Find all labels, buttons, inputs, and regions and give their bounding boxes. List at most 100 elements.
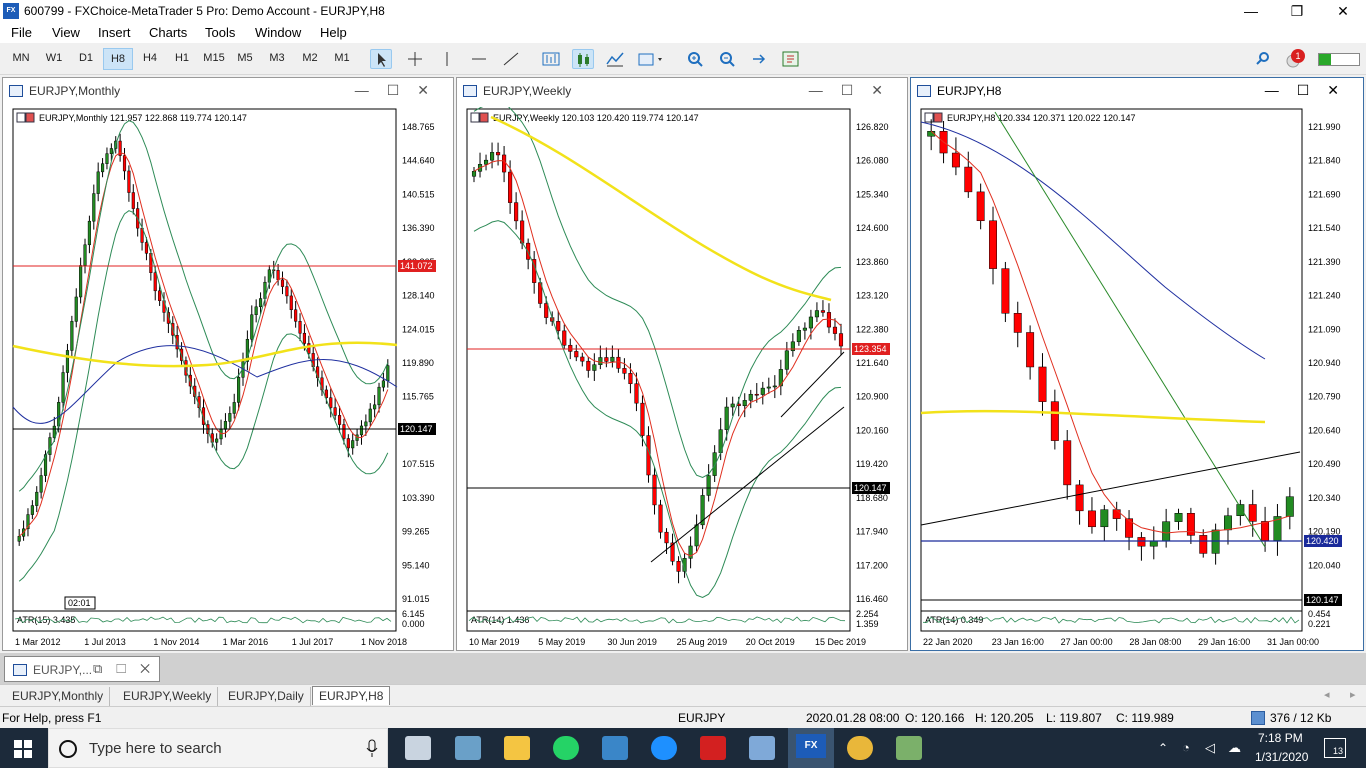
candle — [838, 333, 844, 347]
y-tick-label: 136.390 — [402, 223, 435, 233]
action-center-icon[interactable]: 13 — [1324, 738, 1346, 758]
timeframe-h1[interactable]: H1 — [167, 52, 197, 64]
search-icon[interactable] — [1252, 49, 1274, 69]
weekly-chart[interactable]: EURJPY,Weekly 120.103 120.420 119.774 12… — [461, 107, 905, 647]
tab-eurjpy-weekly[interactable]: EURJPY,Weekly — [117, 687, 219, 706]
taskbar-media-app-icon[interactable] — [700, 736, 726, 760]
candle — [215, 438, 219, 443]
onedrive-icon[interactable]: ☁ — [1228, 740, 1241, 756]
status-datetime: 2020.01.28 08:00 — [806, 711, 900, 725]
menu-tools[interactable]: Tools — [205, 25, 235, 40]
candle — [1001, 268, 1010, 314]
candle — [652, 474, 657, 506]
price-label: 120.147 — [400, 424, 433, 434]
timeframe-m2[interactable]: M2 — [295, 52, 325, 64]
candle — [1013, 313, 1022, 333]
chart-window-weekly[interactable]: EURJPY,Weekly —☐✕ EURJPY,Weekly 120.103 … — [456, 77, 908, 651]
y-tick-label: 121.990 — [1308, 122, 1341, 132]
timeframe-w1[interactable]: W1 — [39, 52, 69, 64]
candle — [131, 192, 135, 209]
chart-window-monthly[interactable]: EURJPY,Monthly —☐✕ EURJPY,Monthly 121.95… — [2, 77, 454, 651]
h8-chart[interactable]: EURJPY,H8 120.334 120.371 120.022 120.14… — [915, 107, 1361, 647]
taskbar-app-icon-2[interactable] — [896, 736, 922, 760]
tab-eurjpy-daily[interactable]: EURJPY,Daily — [222, 687, 311, 706]
chart-window-h8[interactable]: EURJPY,H8 —☐✕ EURJPY,H8 120.334 120.371 … — [910, 77, 1364, 651]
candle — [83, 244, 87, 266]
taskbar-internet-explorer-icon[interactable] — [651, 736, 677, 760]
zoom-out-icon[interactable] — [716, 49, 738, 69]
taskbar-app-paint-icon[interactable] — [455, 736, 481, 760]
menu-view[interactable]: View — [52, 25, 80, 40]
vertical-line-icon[interactable] — [436, 49, 458, 69]
chart-window-controls[interactable]: —☐✕ — [809, 82, 901, 99]
taskbar-file-explorer-icon[interactable] — [504, 736, 530, 760]
candle — [562, 330, 567, 346]
maximize-button[interactable]: ❐ — [1274, 0, 1320, 23]
candle — [276, 270, 280, 281]
volume-icon[interactable]: ◁ — [1205, 740, 1215, 756]
taskbar-whatsapp-icon[interactable] — [553, 736, 579, 760]
timeframe-m15[interactable]: M15 — [199, 52, 229, 64]
taskbar-date[interactable]: 1/31/2020 — [1255, 750, 1308, 764]
indicator-tick-label: 0.000 — [402, 619, 425, 629]
menu-insert[interactable]: Insert — [98, 25, 131, 40]
minimized-window-controls[interactable]: ⧉☐✕ — [93, 661, 164, 677]
candle — [1038, 366, 1047, 402]
horizontal-line-icon[interactable] — [468, 49, 490, 69]
taskbar-chrome-icon[interactable] — [847, 736, 873, 760]
timeframe-m3[interactable]: M3 — [262, 52, 292, 64]
taskbar-metatrader-icon[interactable] — [749, 736, 775, 760]
candle — [39, 475, 43, 493]
bar-chart-icon[interactable] — [540, 49, 562, 69]
crosshair-icon[interactable] — [404, 49, 426, 69]
tab-eurjpy-h8[interactable]: EURJPY,H8 — [312, 686, 391, 705]
microphone-icon[interactable] — [365, 739, 379, 759]
y-tick-label: 119.420 — [856, 459, 888, 469]
timeframe-d1[interactable]: D1 — [71, 52, 101, 64]
tray-chevron-icon[interactable]: ⌃ — [1158, 741, 1168, 755]
timeframe-mn[interactable]: MN — [6, 52, 36, 64]
minimized-chart-window[interactable]: EURJPY,... ⧉☐✕ — [4, 656, 160, 682]
zoom-in-icon[interactable] — [684, 49, 706, 69]
windows-start-icon[interactable] — [14, 740, 32, 758]
line-chart-icon[interactable] — [604, 49, 626, 69]
y-tick-label: 120.160 — [856, 425, 889, 435]
taskbar-fxchoice-active[interactable]: FX — [788, 728, 834, 768]
timeframe-h8[interactable]: H8 — [103, 48, 133, 70]
monthly-chart[interactable]: EURJPY,Monthly 121.957 122.868 119.774 1… — [7, 107, 451, 647]
candle — [760, 387, 765, 395]
timeframe-h4[interactable]: H4 — [135, 52, 165, 64]
menu-file[interactable]: File — [11, 25, 32, 40]
taskbar-app-icon[interactable] — [602, 736, 628, 760]
tab-scroll-right-icon[interactable]: ▸ — [1350, 688, 1356, 701]
taskbar-time[interactable]: 7:18 PM — [1258, 731, 1303, 745]
chart-window-controls[interactable]: —☐✕ — [355, 82, 447, 99]
cursor-icon[interactable] — [370, 49, 392, 69]
chart-window-controls[interactable]: —☐✕ — [1265, 82, 1357, 99]
header-grid-icon — [470, 112, 480, 123]
notification-icon[interactable]: 1 — [1283, 49, 1307, 69]
timeframe-m5[interactable]: M5 — [230, 52, 260, 64]
trendline-icon[interactable] — [500, 49, 522, 69]
timeframe-m1[interactable]: M1 — [327, 52, 357, 64]
candlestick-chart-icon[interactable] — [572, 49, 594, 69]
y-tick-label: 123.120 — [856, 291, 889, 301]
taskbar-search-box[interactable]: Type here to search — [48, 728, 388, 768]
minimize-button[interactable]: — — [1228, 0, 1274, 23]
chart-shift-icon[interactable] — [748, 49, 770, 69]
candle — [359, 425, 364, 436]
candle — [520, 220, 525, 244]
menu-help[interactable]: Help — [320, 25, 347, 40]
tab-scroll-left-icon[interactable]: ◂ — [1324, 688, 1330, 701]
wifi-icon[interactable]: ◔ — [1182, 740, 1190, 755]
y-tick-label: 115.765 — [402, 392, 434, 402]
menu-window[interactable]: Window — [255, 25, 301, 40]
template-icon[interactable] — [636, 49, 662, 69]
close-button[interactable]: ✕ — [1320, 0, 1366, 23]
tab-eurjpy-monthly[interactable]: EURJPY,Monthly — [6, 687, 111, 706]
candle — [1162, 521, 1171, 542]
autoscroll-icon[interactable] — [780, 49, 802, 69]
taskbar-app-file-icon[interactable] — [405, 736, 431, 760]
menu-charts[interactable]: Charts — [149, 25, 187, 40]
candle — [1149, 540, 1158, 547]
